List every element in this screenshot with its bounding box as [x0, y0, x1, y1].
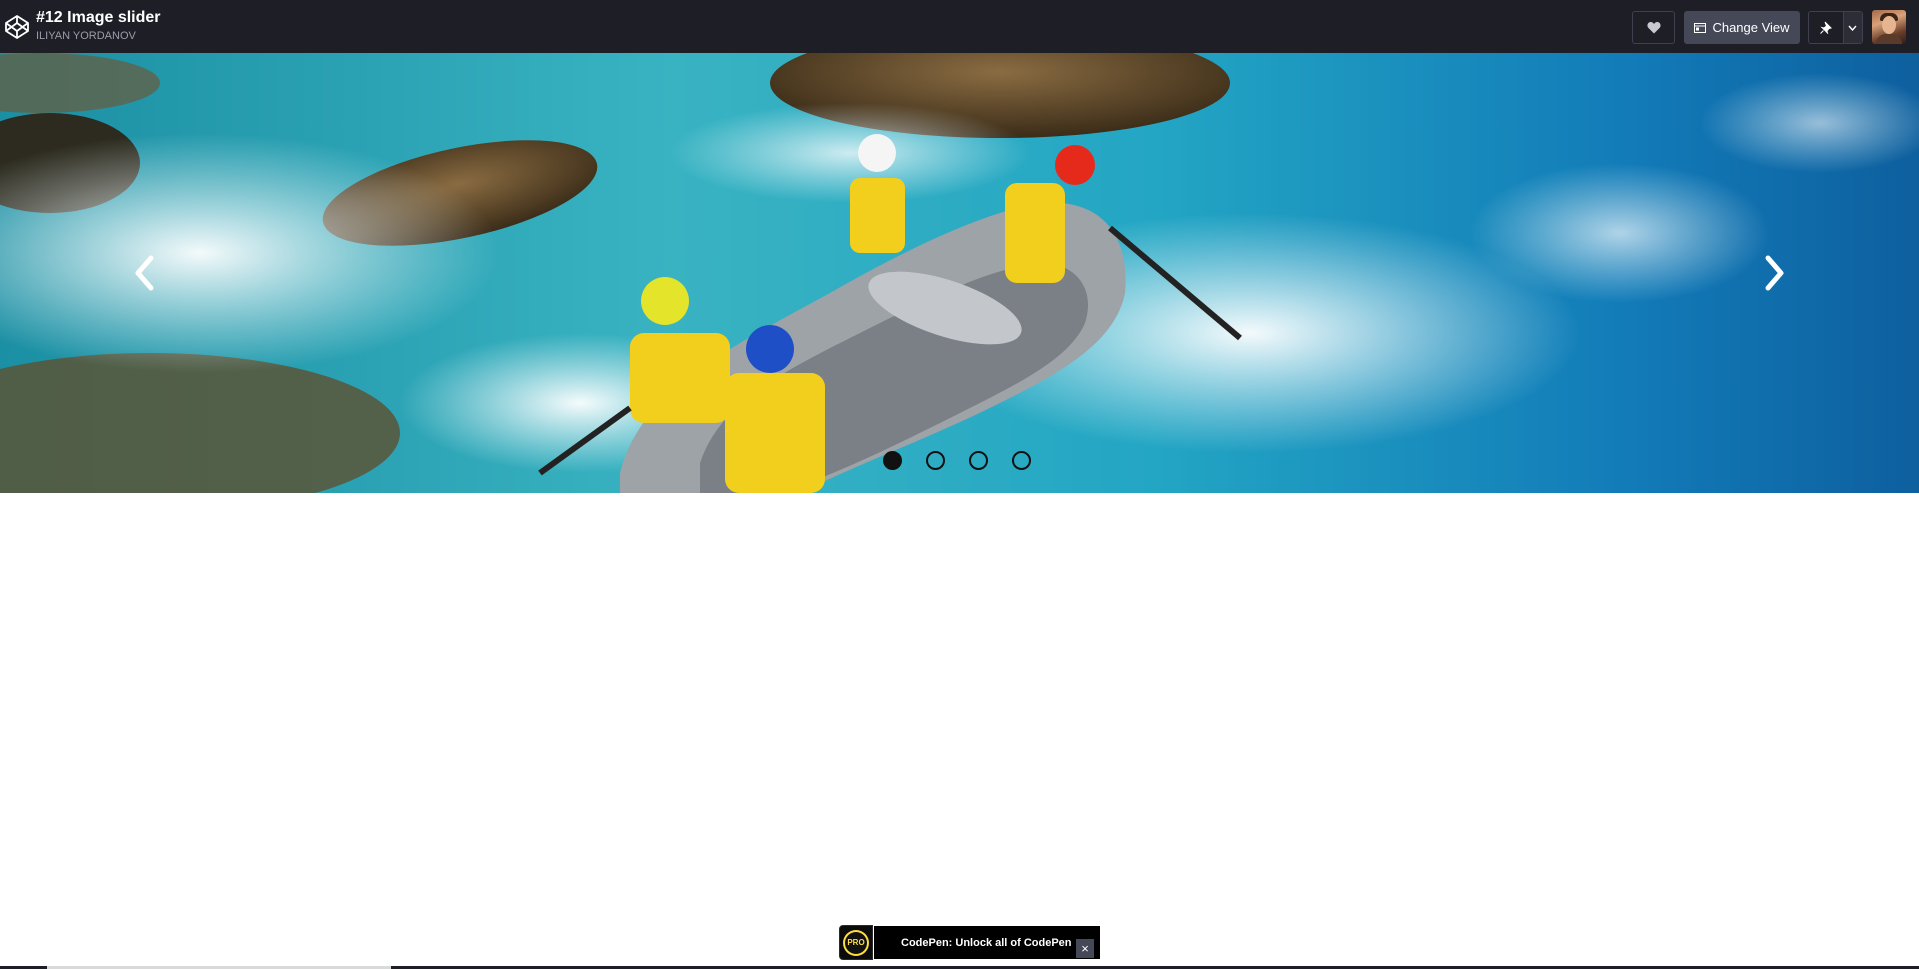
pen-title-block: #12 Image slider ILIYAN YORDANOV	[36, 9, 161, 43]
avatar-face	[1882, 16, 1896, 34]
user-avatar[interactable]	[1872, 10, 1906, 44]
change-view-label: Change View	[1712, 20, 1790, 35]
pro-badge-text: PRO	[845, 931, 867, 954]
pro-badge-icon: PRO	[843, 929, 869, 956]
close-icon[interactable]: ×	[1076, 939, 1094, 958]
chevron-right-icon	[1765, 255, 1784, 291]
pin-icon	[1819, 21, 1832, 34]
change-view-button[interactable]: Change View	[1684, 11, 1800, 44]
pro-banner: PRO CodePen: Unlock all of CodePen ×	[839, 925, 1100, 960]
pin-button-group	[1808, 11, 1863, 44]
avatar-body	[1876, 34, 1902, 44]
prev-slide-arrow[interactable]	[124, 248, 164, 298]
pen-author[interactable]: ILIYAN YORDANOV	[36, 29, 161, 43]
pro-banner-label[interactable]: CodePen: Unlock all of CodePen	[874, 926, 1100, 959]
heart-button[interactable]	[1632, 11, 1675, 44]
slider-dot-3[interactable]	[969, 451, 988, 470]
chevron-left-icon	[135, 255, 154, 291]
pen-title: #12 Image slider	[36, 9, 161, 26]
heart-icon	[1646, 22, 1661, 34]
pro-badge[interactable]: PRO	[839, 925, 873, 960]
slider-dots	[883, 451, 1031, 470]
pin-button[interactable]	[1809, 12, 1844, 43]
layout-icon	[1694, 22, 1707, 33]
slider-dot-2[interactable]	[926, 451, 945, 470]
pin-dropdown-button[interactable]	[1843, 12, 1862, 43]
slider-dot-4[interactable]	[1012, 451, 1031, 470]
chevron-down-icon	[1848, 25, 1857, 31]
codepen-logo-icon[interactable]	[4, 14, 30, 40]
slider-dot-1[interactable]	[883, 451, 902, 470]
pen-header: #12 Image slider ILIYAN YORDANOV Change …	[0, 0, 1919, 53]
next-slide-arrow[interactable]	[1755, 248, 1795, 298]
slide-image	[0, 53, 1919, 493]
image-slider	[0, 53, 1919, 493]
